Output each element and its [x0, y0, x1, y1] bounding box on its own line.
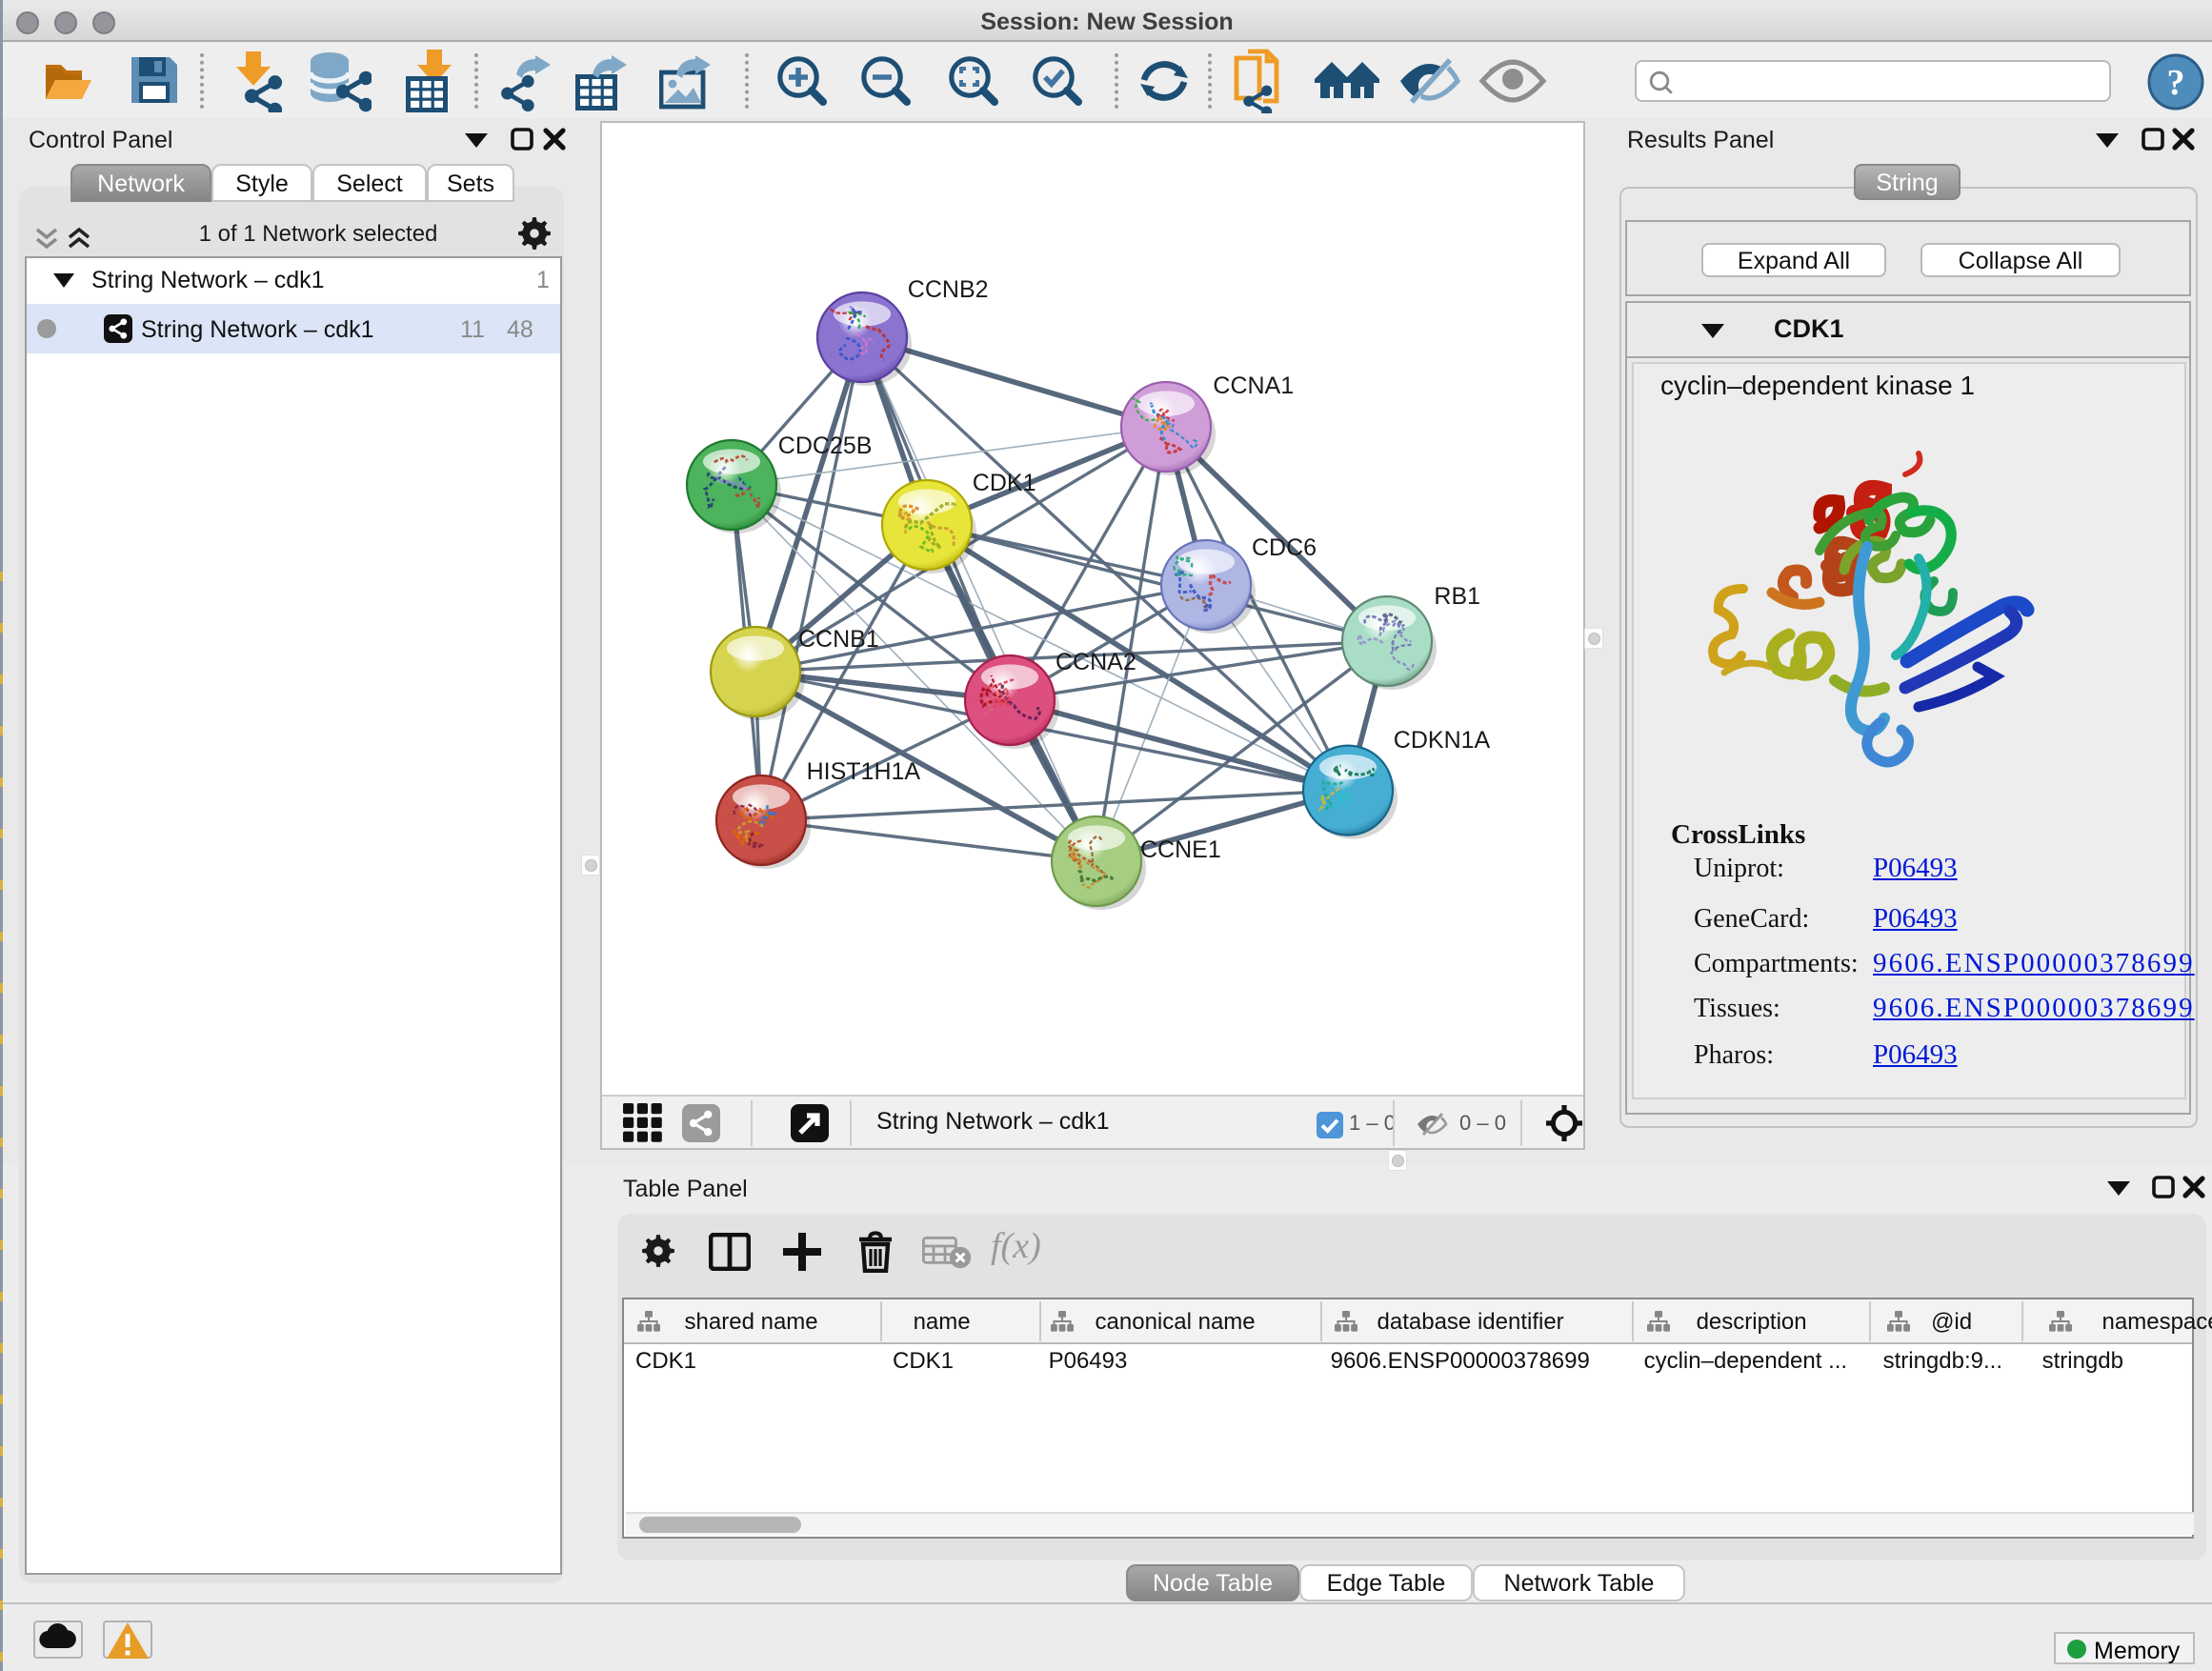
- svg-text:CCNA2: CCNA2: [1056, 649, 1136, 675]
- svg-text:HIST1H1A: HIST1H1A: [807, 758, 921, 785]
- svg-text:CCNE1: CCNE1: [1140, 836, 1221, 863]
- svg-text:CCNB2: CCNB2: [908, 276, 989, 303]
- svg-text:CCNA1: CCNA1: [1213, 372, 1294, 399]
- svg-text:?: ?: [2167, 63, 2185, 103]
- svg-text:CDC25B: CDC25B: [778, 433, 873, 459]
- svg-text:CCNB1: CCNB1: [798, 626, 879, 653]
- svg-text:RB1: RB1: [1434, 583, 1480, 610]
- svg-text:CDK1: CDK1: [973, 470, 1036, 496]
- svg-text:CDC6: CDC6: [1252, 534, 1317, 561]
- svg-text:CDKN1A: CDKN1A: [1394, 727, 1491, 754]
